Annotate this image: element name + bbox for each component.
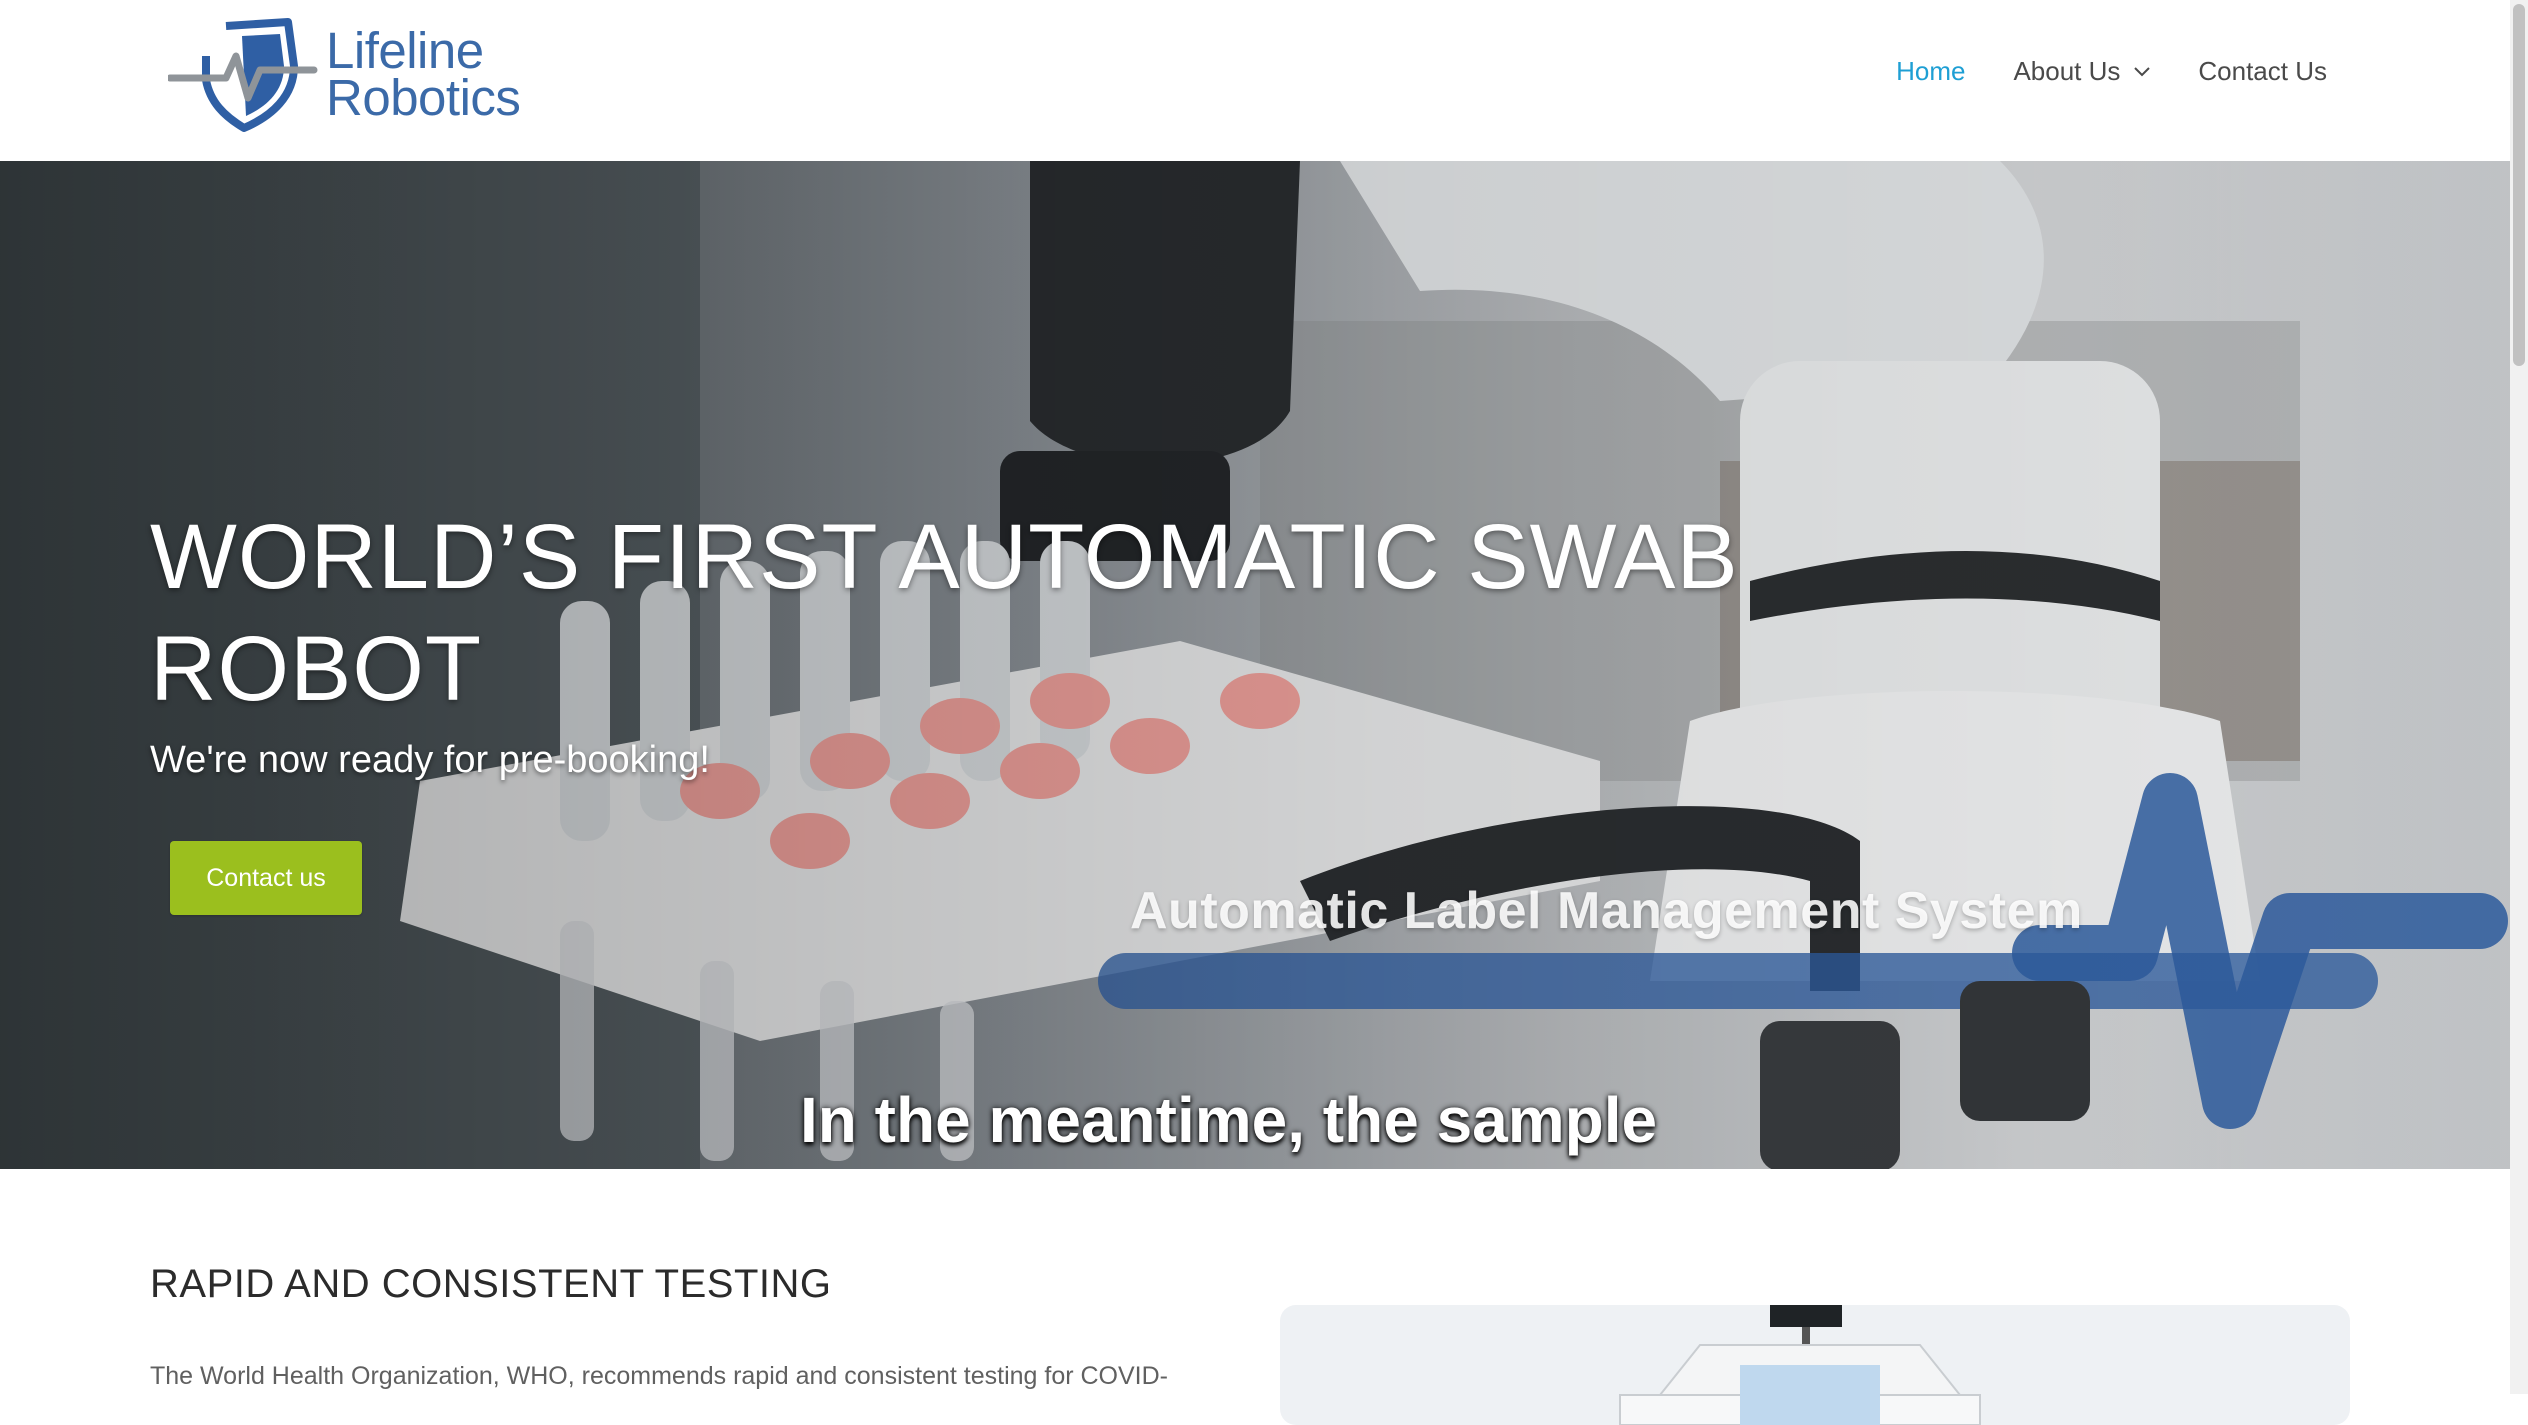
logo-text: Lifeline Robotics <box>326 22 521 126</box>
nav-contact-us[interactable]: Contact Us <box>2198 56 2327 87</box>
shield-heartbeat-icon <box>168 18 318 132</box>
contact-us-button[interactable]: Contact us <box>170 841 362 915</box>
hero-slider: Automatic Label Management System WORLD’… <box>0 161 2528 1169</box>
section-text: The World Health Organization, WHO, reco… <box>150 1362 1169 1390</box>
main-nav: Home About Us Contact Us <box>1848 56 2327 87</box>
page-scrollbar[interactable] <box>2510 0 2528 1394</box>
nav-about-us-label: About Us <box>2013 56 2121 86</box>
nav-about-us[interactable]: About Us <box>2013 56 2151 87</box>
nav-home[interactable]: Home <box>1896 56 1965 87</box>
chevron-down-icon <box>2134 66 2151 76</box>
product-image-card <box>1280 1305 2350 1425</box>
site-header: Lifeline Robotics Home About Us Contact … <box>0 0 2510 161</box>
logo-line-1: Lifeline <box>326 22 484 79</box>
hero-title: WORLD’S FIRST AUTOMATIC SWAB ROBOT <box>150 506 1739 720</box>
scrollbar-thumb[interactable] <box>2513 4 2525 366</box>
hero-subtitle: We're now ready for pre-booking! <box>150 739 710 781</box>
section-title: RAPID AND CONSISTENT TESTING <box>150 1262 832 1306</box>
logo-line-2: Robotics <box>326 69 521 126</box>
video-overlay-label: Automatic Label Management System <box>1130 882 2083 940</box>
nav-home-label: Home <box>1896 56 1966 86</box>
logo[interactable]: Lifeline Robotics <box>168 16 521 132</box>
nav-contact-us-label: Contact Us <box>2198 56 2327 86</box>
video-caption: In the meantime, the sample <box>800 1084 1658 1156</box>
robot-machine-image <box>1619 1305 1981 1425</box>
